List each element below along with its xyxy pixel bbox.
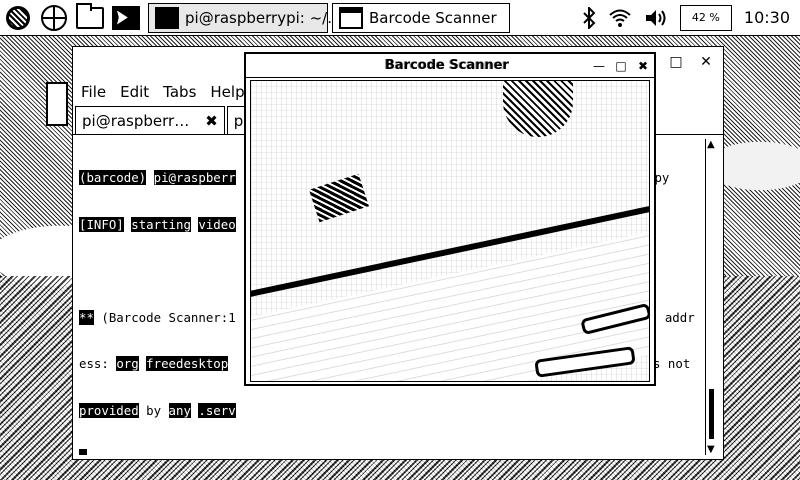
maximize-icon[interactable]: □ (610, 59, 632, 73)
text-span: any (168, 402, 191, 418)
web-browser-icon (41, 4, 67, 31)
task-button-terminal[interactable]: pi@raspberrypi: ~/... (148, 2, 342, 33)
task-terminal-label: pi@raspberrypi: ~/... (185, 8, 342, 27)
terminal-launcher[interactable] (110, 2, 142, 34)
log-level: [INFO] (79, 216, 124, 232)
text-span: provided (79, 402, 139, 418)
tab-terminal-1[interactable]: pi@raspberr… ✖ (75, 106, 225, 134)
volume-icon[interactable] (644, 8, 668, 28)
task-scanner-label: Barcode Scanner (369, 8, 497, 27)
menu-file[interactable]: File (81, 83, 106, 101)
prompt-user: pi@raspberr (153, 170, 236, 185)
minimize-icon[interactable]: — (588, 59, 610, 73)
text-span: org (116, 356, 139, 371)
text-span: Scanner:1 (168, 309, 236, 325)
terminal-line: provided by any .serv (79, 402, 701, 419)
terminal-icon (112, 5, 140, 30)
scanner-window-title: Barcode Scanner (385, 58, 509, 73)
menu-tabs[interactable]: Tabs (163, 83, 196, 101)
text-span: s not (653, 356, 691, 371)
text-span: .serv (198, 402, 236, 418)
folder-icon (76, 2, 104, 29)
close-icon[interactable]: ✕ (699, 54, 713, 70)
log-text: video (198, 216, 236, 232)
system-tray: 42 % 10:30 (582, 4, 800, 31)
browser-launcher[interactable] (38, 2, 70, 34)
scroll-up-icon[interactable]: ▲ (707, 139, 715, 150)
text-span: by (138, 402, 169, 418)
wifi-icon[interactable] (608, 8, 632, 28)
cpu-usage-monitor[interactable]: 42 % (679, 4, 732, 31)
tab-close-icon[interactable]: ✖ (205, 112, 218, 130)
cpu-usage-value: 42 % (691, 11, 720, 24)
terminal-task-icon (155, 6, 179, 29)
task-button-barcode-scanner[interactable]: Barcode Scanner (332, 2, 510, 33)
window-task-icon (339, 6, 363, 29)
prompt-env: (barcode) (79, 170, 147, 185)
camera-video-feed (250, 80, 650, 382)
terminal-line (79, 449, 701, 455)
file-manager-launcher[interactable] (74, 2, 106, 34)
menu-edit[interactable]: Edit (120, 83, 149, 101)
text-span (146, 170, 153, 185)
maximize-icon[interactable]: □ (669, 54, 683, 70)
text-span: freedesktop (146, 356, 229, 371)
text-span: ess: (79, 356, 109, 371)
scrollbar-thumb[interactable] (709, 389, 714, 439)
bluetooth-icon[interactable] (582, 6, 596, 29)
text-span: (Barcode (93, 309, 169, 325)
raspberry-pi-menu-icon (6, 5, 30, 30)
log-text: starting (131, 216, 191, 232)
menu-help[interactable]: Help (210, 83, 244, 101)
terminal-cursor (79, 449, 87, 455)
taskbar: pi@raspberrypi: ~/... Barcode Scanner 42… (0, 0, 800, 36)
clock[interactable]: 10:30 (744, 8, 790, 27)
barcode-scanner-window: Barcode Scanner — □ ✖ (244, 52, 656, 386)
tab-label: pi@raspberr… (82, 111, 190, 130)
terminal-scrollbar[interactable]: ▲ ▼ (705, 139, 717, 455)
trash-icon[interactable] (46, 82, 68, 126)
close-icon[interactable]: ✖ (632, 59, 654, 73)
scanner-titlebar[interactable]: Barcode Scanner — □ ✖ (246, 54, 654, 78)
warning-marker: ** (79, 309, 94, 325)
menu-launcher[interactable] (2, 2, 34, 34)
scroll-down-icon[interactable]: ▼ (707, 444, 715, 455)
